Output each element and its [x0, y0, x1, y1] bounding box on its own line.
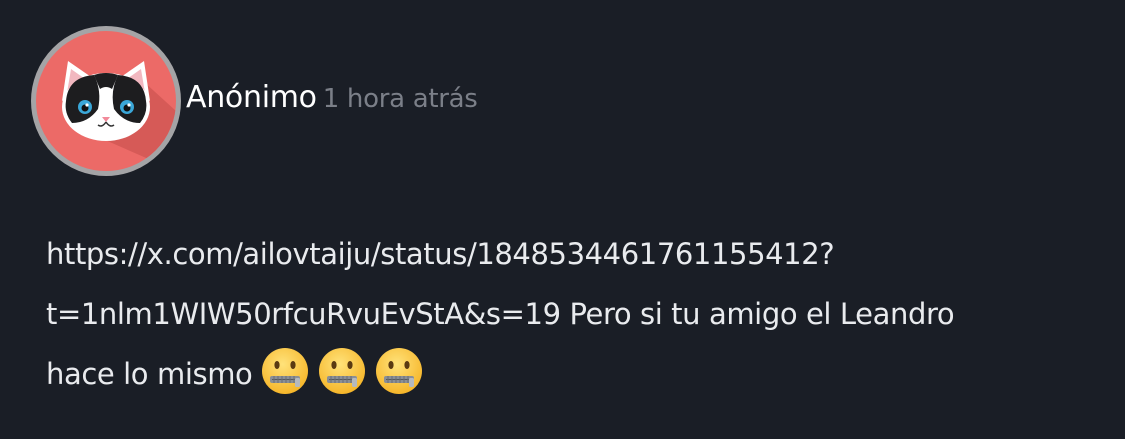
post-timestamp: 1 hora atrás [322, 84, 478, 114]
zipper-mouth-face-icon [319, 348, 366, 394]
emoji-row [260, 346, 431, 398]
post-card: Anónimo 1 hora atrás https://x.com/ailovt… [0, 0, 1125, 439]
post-body: https://x.com/ailovtaiju/status/18485344… [46, 224, 1086, 404]
avatar[interactable] [31, 26, 181, 176]
cat-face-icon [62, 61, 176, 171]
zipper-mouth-face-icon [262, 348, 309, 394]
author-name[interactable]: Anónimo [186, 80, 317, 115]
post-text-line-3-text: hace lo mismo [46, 357, 253, 391]
post-text-line-3: hace lo mismo [46, 344, 1086, 404]
zipper-mouth-face-icon [376, 348, 423, 394]
post-header: Anónimo 1 hora atrás [186, 78, 478, 122]
post-text-line-2: t=1nlm1WIW50rfcuRvuEvStA&s=19 Pero si tu… [46, 297, 955, 331]
post-text-line-1[interactable]: https://x.com/ailovtaiju/status/18485344… [46, 224, 1086, 284]
